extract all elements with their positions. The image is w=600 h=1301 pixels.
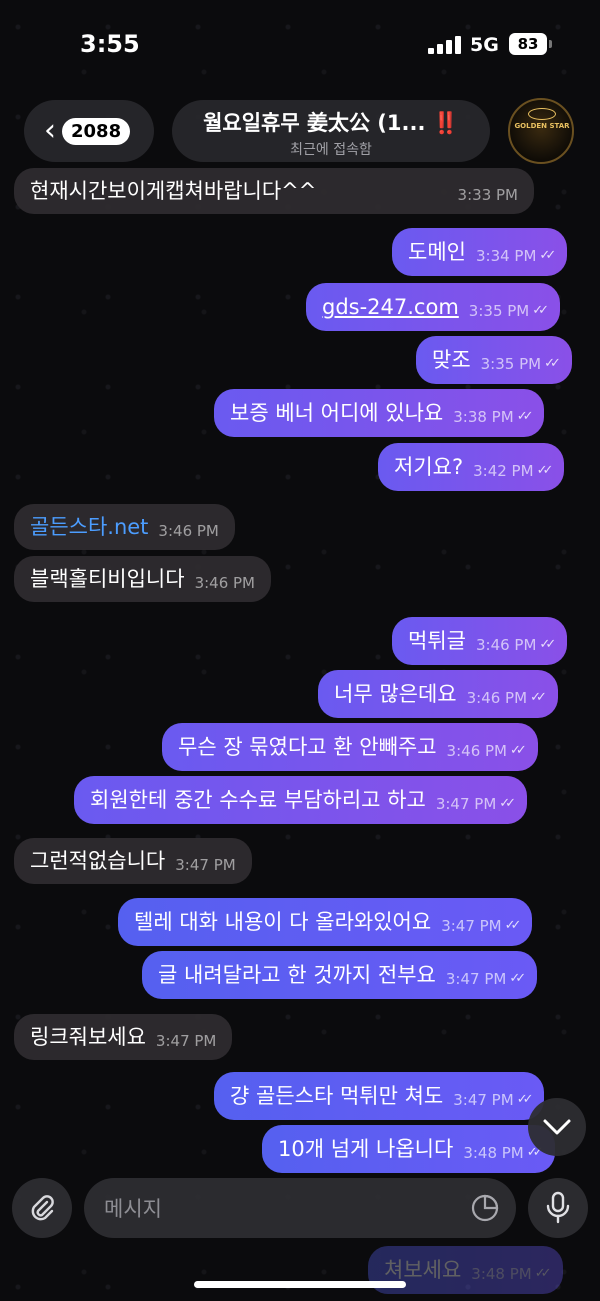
message-time: 3:47 PM ✓✓ bbox=[446, 964, 526, 994]
message-bubble-incoming[interactable]: 골든스타.net 3:46 PM bbox=[14, 504, 235, 550]
read-checks-icon: ✓✓ bbox=[539, 637, 556, 652]
message-text: 회원한테 중간 수수료 부담하리고 하고 bbox=[90, 788, 426, 812]
home-indicator bbox=[194, 1281, 406, 1288]
message-time: 3:46 PM ✓✓ bbox=[467, 683, 547, 713]
read-checks-icon: ✓✓ bbox=[509, 971, 526, 986]
message-time: 3:48 PM ✓✓ bbox=[471, 1259, 552, 1289]
message-time: 3:47 PM ✓✓ bbox=[453, 1085, 534, 1115]
read-checks-icon: ✓✓ bbox=[516, 1092, 534, 1107]
message-text: 링크줘보세요 bbox=[30, 1025, 146, 1049]
message-bubble-incoming[interactable]: 링크줘보세요 3:47 PM bbox=[14, 1014, 233, 1060]
read-checks-icon: ✓✓ bbox=[499, 796, 516, 811]
message-time: 3:47 PM bbox=[155, 1032, 217, 1050]
status-time: 3:55 bbox=[80, 30, 140, 58]
message-bubble-outgoing[interactable]: 10개 넘게 나옵니다 3:48 PM ✓✓ bbox=[262, 1125, 555, 1173]
message-time: 3:38 PM ✓✓ bbox=[453, 402, 534, 432]
attach-button[interactable] bbox=[12, 1178, 72, 1238]
read-checks-icon: ✓✓ bbox=[536, 463, 554, 478]
message-bubble-outgoing[interactable]: 저기요? 3:42 PM ✓✓ bbox=[378, 443, 565, 491]
message-link[interactable]: gds-247.com bbox=[322, 292, 459, 322]
chat-avatar[interactable]: GOLDEN STAR bbox=[508, 98, 574, 164]
chat-title-button[interactable]: 월요일휴무 姜太公 (1... ‼️ 최근에 접속함 bbox=[172, 100, 490, 162]
message-bubble-outgoing[interactable]: 보증 베너 어디에 있나요 3:38 PM ✓✓ bbox=[214, 389, 545, 437]
message-time: 3:46 PM ✓✓ bbox=[447, 736, 527, 766]
message-bubble-outgoing[interactable]: 너무 많은데요 3:46 PM ✓✓ bbox=[318, 670, 558, 718]
network-type: 5G bbox=[470, 34, 499, 56]
sticker-icon[interactable] bbox=[470, 1193, 500, 1223]
message-text: 도메인 bbox=[408, 240, 466, 264]
read-checks-icon: ✓✓ bbox=[516, 409, 534, 424]
message-time: 3:35 PM ✓✓ bbox=[481, 349, 561, 379]
message-bubble-outgoing[interactable]: 회원한테 중간 수수료 부담하리고 하고 3:47 PM ✓✓ bbox=[74, 776, 528, 824]
message-bubble-outgoing[interactable]: 무슨 장 묶였다고 환 안빼주고 3:46 PM ✓✓ bbox=[162, 723, 538, 771]
avatar-logo: GOLDEN STAR bbox=[514, 122, 570, 130]
message-bubble-outgoing[interactable]: 텔레 대화 내용이 다 올라와있어요 3:47 PM ✓✓ bbox=[118, 898, 533, 946]
message-text: 글 내려달라고 한 것까지 전부요 bbox=[158, 963, 436, 987]
message-bubble-outgoing[interactable]: 도메인 3:34 PM ✓✓ bbox=[392, 228, 568, 276]
chat-name: 월요일휴무 姜太公 (1... ‼️ bbox=[203, 111, 459, 135]
message-text: 먹튀글 bbox=[408, 629, 466, 653]
microphone-icon bbox=[546, 1191, 570, 1224]
message-time: 3:35 PM ✓✓ bbox=[469, 296, 549, 326]
message-bubble-incoming[interactable]: 현재시간보이게캡쳐바랍니다^^ 3:33 PM bbox=[14, 168, 534, 214]
read-checks-icon: ✓✓ bbox=[532, 303, 549, 318]
message-time: 3:46 PM bbox=[158, 522, 219, 540]
message-time: 3:47 PM bbox=[175, 856, 236, 874]
message-time: 3:33 PM bbox=[457, 186, 518, 204]
signal-icon bbox=[428, 36, 462, 54]
message-text: 걍 골든스타 먹튀만 쳐도 bbox=[230, 1084, 444, 1108]
read-checks-icon: ✓✓ bbox=[530, 690, 547, 705]
chat-last-seen: 최근에 접속함 bbox=[290, 142, 372, 158]
chevron-left-icon: ‹ bbox=[44, 113, 56, 148]
message-text: 너무 많은데요 bbox=[334, 682, 457, 706]
logo-crown-icon bbox=[528, 108, 556, 120]
back-button[interactable]: ‹ 2088 bbox=[24, 100, 154, 162]
message-bubble-outgoing[interactable]: 걍 골든스타 먹튀만 쳐도 3:47 PM ✓✓ bbox=[214, 1072, 545, 1120]
message-input-placeholder: 메시지 bbox=[104, 1197, 162, 1221]
message-text: 10개 넘게 나옵니다 bbox=[278, 1137, 454, 1161]
message-time: 3:47 PM ✓✓ bbox=[441, 911, 522, 941]
message-bubble-outgoing[interactable]: gds-247.com 3:35 PM ✓✓ bbox=[306, 283, 561, 331]
read-checks-icon: ✓✓ bbox=[544, 356, 561, 371]
read-checks-icon: ✓✓ bbox=[510, 743, 527, 758]
message-text: 저기요? bbox=[394, 455, 464, 479]
message-time: 3:48 PM ✓✓ bbox=[463, 1138, 543, 1168]
message-time: 3:46 PM ✓✓ bbox=[476, 630, 556, 660]
message-time: 3:47 PM ✓✓ bbox=[436, 789, 516, 819]
microphone-button[interactable] bbox=[528, 1178, 588, 1238]
message-bubble-incoming[interactable]: 블랙홀티비입니다 3:46 PM bbox=[14, 556, 272, 602]
message-bubble-outgoing[interactable]: 글 내려달라고 한 것까지 전부요 3:47 PM ✓✓ bbox=[142, 951, 538, 999]
battery-icon: 83 bbox=[509, 33, 547, 55]
message-bubble-outgoing[interactable]: 맞조 3:35 PM ✓✓ bbox=[416, 336, 572, 384]
message-text: 맞조 bbox=[432, 348, 471, 372]
message-text: 텔레 대화 내용이 다 올라와있어요 bbox=[134, 910, 432, 934]
message-bubble-outgoing[interactable]: 먹튀글 3:46 PM ✓✓ bbox=[392, 617, 568, 665]
paperclip-icon bbox=[31, 1195, 54, 1221]
message-time: 3:34 PM ✓✓ bbox=[476, 241, 556, 271]
message-text: 현재시간보이게캡쳐바랍니다^^ bbox=[30, 179, 317, 203]
unread-count-badge: 2088 bbox=[62, 117, 131, 145]
read-checks-icon: ✓✓ bbox=[534, 1266, 552, 1281]
message-time: 3:46 PM bbox=[194, 574, 256, 592]
message-text: 그런적없습니다 bbox=[30, 849, 166, 873]
read-checks-icon: ✓✓ bbox=[504, 918, 522, 933]
message-input[interactable]: 메시지 bbox=[84, 1178, 516, 1238]
status-bar: 3:55 5G 83 bbox=[0, 0, 600, 88]
message-text: 보증 베너 어디에 있나요 bbox=[230, 401, 444, 425]
scroll-to-bottom-button[interactable] bbox=[528, 1098, 586, 1156]
battery-tip bbox=[549, 40, 552, 48]
chevron-down-icon bbox=[543, 1119, 571, 1135]
message-bubble-incoming[interactable]: 그런적없습니다 3:47 PM bbox=[14, 838, 252, 884]
message-link[interactable]: 골든스타.net bbox=[30, 512, 148, 542]
read-checks-icon: ✓✓ bbox=[539, 248, 556, 263]
message-text: 무슨 장 묶였다고 환 안빼주고 bbox=[178, 735, 437, 759]
message-time: 3:42 PM ✓✓ bbox=[473, 456, 554, 486]
message-text: 블랙홀티비입니다 bbox=[30, 567, 185, 591]
